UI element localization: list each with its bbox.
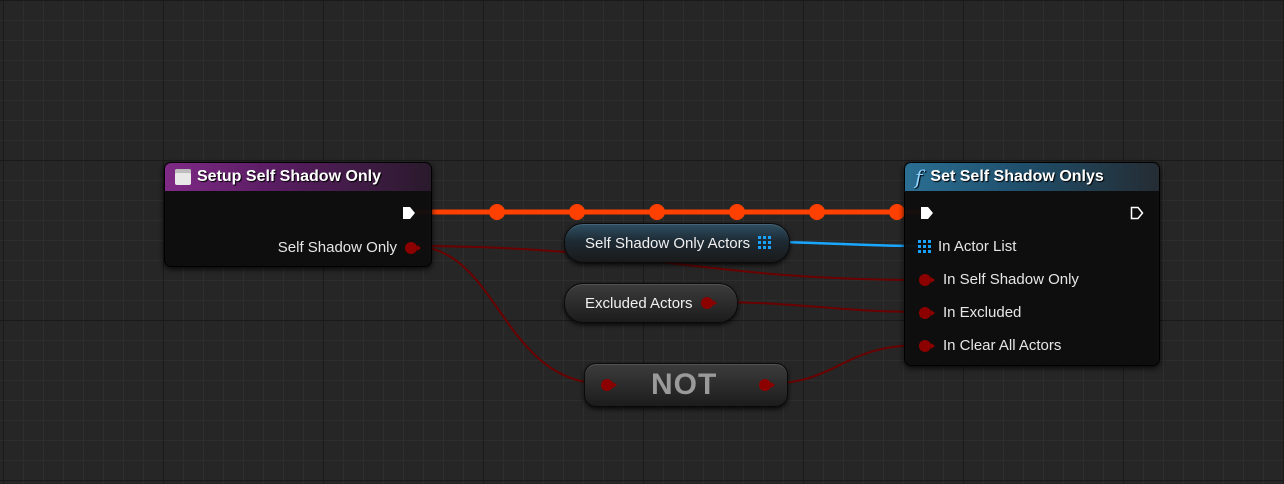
set-self-shadow-onlys-node[interactable]: f Set Self Shadow Onlys In Actor List In…: [904, 162, 1160, 366]
pin-label: Self Shadow Only: [277, 239, 397, 256]
exec-input-pin[interactable]: [920, 206, 934, 220]
pin-label: In Excluded: [943, 304, 1022, 321]
variable-label: Self Shadow Only Actors: [585, 234, 751, 252]
wire-actors-to-actor-list: [767, 240, 921, 248]
excluded-actors-getter[interactable]: Excluded Actors: [564, 283, 738, 323]
not-label: NOT: [651, 368, 718, 401]
input-excluded[interactable]: In Excluded: [919, 304, 1021, 321]
node-title: Set Self Shadow Onlys: [930, 168, 1104, 185]
bool-output-pin[interactable]: [759, 379, 776, 391]
bool-input-pin[interactable]: [919, 306, 935, 319]
output-self-shadow-only[interactable]: Self Shadow Only: [277, 239, 421, 256]
exec-bead: [729, 204, 745, 220]
not-node[interactable]: NOT: [584, 363, 788, 407]
node-header[interactable]: Setup Self Shadow Only: [165, 163, 431, 191]
exec-output-pin[interactable]: [1130, 206, 1144, 220]
bool-output-pin[interactable]: [405, 241, 421, 254]
exec-bead: [649, 204, 665, 220]
function-icon: f: [915, 165, 923, 189]
event-icon: [175, 169, 191, 185]
pin-label: In Actor List: [938, 238, 1017, 255]
pin-label: In Self Shadow Only: [943, 271, 1079, 288]
exec-bead: [889, 204, 905, 220]
input-self-shadow-only[interactable]: In Self Shadow Only: [919, 271, 1079, 288]
array-grid-icon[interactable]: [758, 236, 773, 250]
setup-self-shadow-only-node[interactable]: Setup Self Shadow Only Self Shadow Only: [164, 162, 432, 267]
exec-bead: [809, 204, 825, 220]
exec-bead: [489, 204, 505, 220]
exec-output-pin[interactable]: [402, 206, 416, 220]
bool-input-pin[interactable]: [919, 273, 935, 286]
self-shadow-only-actors-getter[interactable]: Self Shadow Only Actors: [564, 223, 790, 263]
input-actor-list[interactable]: In Actor List: [918, 238, 1016, 255]
bool-input-pin[interactable]: [601, 379, 617, 391]
node-title: Setup Self Shadow Only: [197, 168, 382, 185]
array-grid-icon[interactable]: [918, 239, 932, 254]
wire-excluded-to-in-excluded: [711, 301, 923, 313]
exec-bead: [569, 204, 585, 220]
variable-label: Excluded Actors: [585, 294, 693, 312]
input-clear-all-actors[interactable]: In Clear All Actors: [919, 337, 1061, 354]
node-header[interactable]: f Set Self Shadow Onlys: [905, 163, 1159, 191]
pin-label: In Clear All Actors: [943, 337, 1062, 354]
bool-input-pin[interactable]: [919, 339, 935, 352]
bool-output-pin[interactable]: [700, 297, 717, 309]
